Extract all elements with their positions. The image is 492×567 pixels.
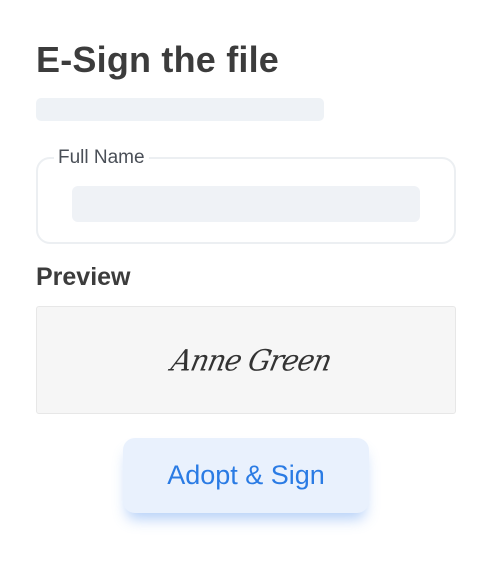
adopt-sign-button[interactable]: Adopt & Sign bbox=[123, 438, 369, 513]
signature-preview: Anne Green bbox=[36, 306, 456, 414]
full-name-label: Full Name bbox=[58, 147, 145, 168]
preview-heading: Preview bbox=[36, 263, 131, 291]
signature-text: Anne Green bbox=[167, 342, 335, 378]
subtitle-placeholder bbox=[36, 98, 324, 121]
full-name-input[interactable] bbox=[72, 186, 420, 222]
full-name-field: Full Name bbox=[36, 147, 456, 244]
page-title: E-Sign the file bbox=[36, 39, 280, 80]
